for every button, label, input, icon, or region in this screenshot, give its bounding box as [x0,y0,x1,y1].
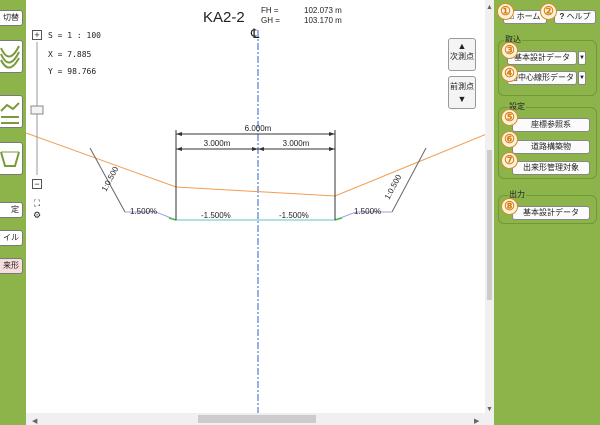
prev-station-button[interactable]: 前測点 ▼ [448,76,476,109]
zoom-slider-thumb[interactable] [30,105,44,115]
right-panel: ⌂ ホーム ? ヘルプ 取込 基本設計データ ▼ 路中心線形データ ▼ 設定 座… [494,0,600,425]
section-title: KA2-2 [203,9,245,26]
coord-ref-button[interactable]: 座標参照系 [512,118,590,132]
slope-left-label: 1:0.500 [100,165,121,193]
cross-section-canvas[interactable]: 6.000m 3.000m 3.000m 1:0.500 1:0.500 1.5… [26,0,494,425]
as-built-button[interactable]: 来形 [0,258,23,274]
callout-badge-7: ⑦ [501,152,518,169]
gh-label: GH = [261,16,280,25]
switch-button[interactable]: 切替 [0,10,23,26]
y-readout: Y = 98.766 [48,67,97,76]
grade-outer-right-label: 1.500% [354,207,381,216]
road-center-dropdown-arrow[interactable]: ▼ [578,71,586,85]
road-structure-label: 道路構築物 [531,142,571,151]
zoom-in-icon: + [34,30,40,40]
help-label: ヘルプ [566,12,591,21]
gear-icon: ⚙ [32,210,42,220]
horizontal-scrollbar-thumb[interactable] [198,415,316,423]
grade-inner-right-label: -1.500% [279,211,309,220]
help-icon: ? [559,12,565,21]
left-toolbar: 切替 定 イル 来形 [0,0,26,425]
settings-short-label: 定 [11,205,19,214]
file-short-label: イル [3,233,19,242]
arrow-right-half [329,147,335,151]
x-readout: X = 7.885 [48,50,92,59]
fh-label: FH = [261,6,279,15]
zoom-out-icon: − [34,179,40,189]
road-structure-button[interactable]: 道路構築物 [512,140,590,154]
scroll-up-arrow[interactable]: ▲ [486,4,493,11]
home-label: ホーム [516,12,541,21]
right-width-label: 3.000m [283,139,310,148]
settings-gear-button[interactable]: ⚙ [32,211,42,221]
existing-ground-line [26,130,494,197]
basic-design-dropdown-arrow[interactable]: ▼ [578,51,586,65]
callout-badge-1: ① [497,3,514,20]
callout-badge-8: ⑧ [501,198,518,215]
gh-value: 103.170 m [304,16,342,25]
fh-value: 102.073 m [304,6,342,15]
basic-design-output-label: 基本設計データ [523,208,579,217]
plan-view-icon [0,45,20,69]
profile-view-button[interactable] [0,95,23,128]
settings-short-button[interactable]: 定 [0,202,23,218]
callout-badge-5: ⑤ [501,109,518,126]
as-built-label: 来形 [3,261,19,270]
shoulder-left-mark [168,217,177,221]
down-arrow-icon: ▼ [457,94,467,104]
callout-badge-6: ⑥ [501,131,518,148]
grade-outer-left-label: 1.500% [130,207,157,216]
profile-view-icon [0,102,20,124]
scroll-right-arrow[interactable]: ▶ [474,418,480,425]
vertical-scrollbar-thumb[interactable] [487,150,492,300]
coord-ref-label: 座標参照系 [531,120,571,129]
basic-design-import-label: 基本設計データ [514,53,570,62]
plan-view-button[interactable] [0,40,23,73]
quality-target-label: 出来形管理対象 [523,163,579,172]
prev-station-label: 前測点 [450,82,474,91]
basic-design-output-button[interactable]: 基本設計データ [512,206,590,220]
zoom-out-button[interactable]: − [32,179,42,189]
arrow-left-half [176,147,182,151]
next-station-button[interactable]: ▲ 次測点 [448,38,476,71]
scroll-down-arrow[interactable]: ▼ [486,406,493,413]
arrow-mid-half-right [258,147,264,151]
road-center-import-label: 路中心線形データ [510,73,574,82]
callout-badge-2: ② [540,3,557,20]
cross-section-icon [0,151,20,167]
up-arrow-icon: ▲ [457,41,467,51]
arrow-left-total [176,132,182,136]
scale-readout: S = 1 : 100 [48,31,101,40]
file-short-button[interactable]: イル [0,230,23,246]
callout-badge-3: ③ [501,42,518,59]
total-width-label: 6.000m [245,124,272,133]
zoom-in-button[interactable]: + [32,30,42,40]
arrow-mid-half-left [252,147,258,151]
cross-section-button[interactable] [0,142,23,175]
help-button[interactable]: ? ヘルプ [554,10,596,24]
next-station-label: 次測点 [450,52,474,61]
switch-label: 切替 [3,13,19,22]
quality-target-button[interactable]: 出来形管理対象 [512,161,590,175]
left-width-label: 3.000m [204,139,231,148]
shoulder-right-mark [334,217,343,221]
arrow-right-total [329,132,335,136]
grade-inner-left-label: -1.500% [201,211,231,220]
callout-badge-4: ④ [501,65,518,82]
cross-section-drawing: 6.000m 3.000m 3.000m 1:0.500 1:0.500 1.5… [26,0,494,425]
fit-view-button[interactable]: ⛶ [32,199,42,209]
centerline-symbol: ℄ [251,26,260,41]
fit-view-icon: ⛶ [33,198,41,208]
scroll-left-arrow[interactable]: ◀ [32,418,38,425]
